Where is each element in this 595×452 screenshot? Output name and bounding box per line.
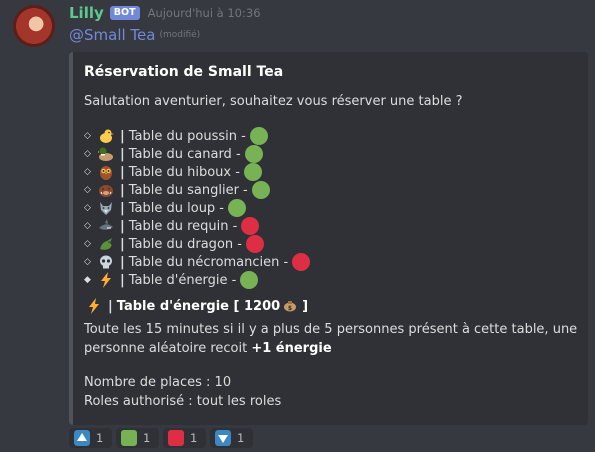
separator: | <box>120 164 125 180</box>
red-circle-icon <box>245 235 264 253</box>
red-circle-icon <box>292 253 311 271</box>
duck-emoji-icon <box>96 146 116 162</box>
table-label: Table du canard - <box>128 146 241 162</box>
chick-emoji-icon <box>96 128 116 144</box>
diamond-icon: ◇ <box>84 221 91 231</box>
list-item: ◇ | Table du nécromancien - <box>84 253 311 271</box>
diamond-icon: ◇ <box>84 131 91 141</box>
list-item: ◇ | Table du requin - <box>84 217 310 235</box>
separator: | <box>120 200 125 216</box>
energy-body-bold: +1 énergie <box>251 341 332 356</box>
list-item: ◇ | Table du poussin - <box>84 127 310 145</box>
places-info: Nombre de places : 10 Roles authorisé : … <box>84 373 281 411</box>
table-label: Table du requin - <box>128 218 238 234</box>
table-label: Table du hiboux - <box>128 164 240 180</box>
svg-text:$: $ <box>288 305 292 312</box>
diamond-filled-icon: ◆ <box>84 275 91 285</box>
separator: | <box>120 182 125 198</box>
list-item: ◇ | Table du canard - <box>84 145 310 163</box>
owl-emoji-icon <box>96 164 116 180</box>
reaction-count: 1 <box>96 431 104 445</box>
green-circle-icon <box>249 127 268 145</box>
reaction-down[interactable]: 1 <box>210 428 253 448</box>
red-circle-icon <box>241 217 260 235</box>
role-mention[interactable]: @Small Tea <box>69 26 155 44</box>
wolf-emoji-icon <box>96 200 116 216</box>
reactions-bar: 1 1 1 1 <box>69 428 253 448</box>
skull-emoji-icon <box>96 254 116 270</box>
list-item: ◇ | Table du loup - <box>84 199 310 217</box>
energy-heading: | Table d'énergie [ 1200 $ ] <box>84 298 308 314</box>
green-circle-icon <box>251 181 270 199</box>
down-arrow-icon <box>215 430 231 446</box>
embed-description: Salutation aventurier, souhaitez vous ré… <box>84 94 463 109</box>
table-label: Table d'énergie - <box>128 272 237 288</box>
list-item: ◇ | Table du sanglier - <box>84 181 310 199</box>
diamond-icon: ◇ <box>84 239 91 249</box>
timestamp[interactable]: Aujourd'hui à 10:36 <box>148 6 261 20</box>
up-arrow-icon <box>74 430 90 446</box>
table-list: ◇ | Table du poussin - ◇ | Table du cana… <box>84 127 311 289</box>
reaction-up[interactable]: 1 <box>69 428 112 448</box>
list-item: ◇ | Table du hiboux - <box>84 163 310 181</box>
embed-title: Réservation de Small Tea <box>84 64 284 80</box>
green-circle-icon <box>228 199 247 217</box>
separator: | <box>120 218 125 234</box>
reaction-green[interactable]: 1 <box>116 428 159 448</box>
separator: | <box>120 128 125 144</box>
table-label: Table du sanglier - <box>128 182 248 198</box>
username[interactable]: Lilly <box>69 4 104 22</box>
energy-heading-close: ] <box>302 298 309 314</box>
separator: | <box>120 236 125 252</box>
boar-emoji-icon <box>96 182 116 198</box>
roles-allowed: Roles authorisé : tout les roles <box>84 394 282 409</box>
energy-heading-text: Table d'énergie [ 1200 <box>116 298 281 314</box>
money-bag-icon: $ <box>284 301 297 312</box>
shark-emoji-icon <box>96 218 116 234</box>
red-square-icon <box>168 430 184 446</box>
list-item: ◇ | Table du dragon - <box>84 235 310 253</box>
green-circle-icon <box>244 145 263 163</box>
reaction-count: 1 <box>190 431 198 445</box>
diamond-icon: ◇ <box>84 185 91 195</box>
table-label: Table du loup - <box>128 200 225 216</box>
green-circle-icon <box>243 163 262 181</box>
diamond-icon: ◇ <box>84 149 91 159</box>
bot-badge: BOT <box>109 6 140 20</box>
energy-description: Toute les 15 minutes si il y a plus de 5… <box>84 320 579 358</box>
lightning-emoji-icon <box>96 272 116 288</box>
list-item: ◆ | Table d'énergie - <box>84 271 310 289</box>
table-label: Table du nécromancien - <box>128 254 289 270</box>
separator: | <box>108 298 113 314</box>
reaction-count: 1 <box>143 431 151 445</box>
lightning-emoji-icon <box>84 298 104 314</box>
diamond-icon: ◇ <box>84 257 91 267</box>
reaction-red[interactable]: 1 <box>163 428 206 448</box>
message-content: @Small Tea (modifié) <box>69 24 200 46</box>
diamond-icon: ◇ <box>84 203 91 213</box>
separator: | <box>120 146 125 162</box>
avatar[interactable] <box>13 5 55 47</box>
green-circle-icon <box>240 271 259 289</box>
green-square-icon <box>121 430 137 446</box>
dragon-emoji-icon <box>96 236 116 252</box>
embed-card: Réservation de Small Tea Salutation aven… <box>69 52 588 425</box>
diamond-icon: ◇ <box>84 167 91 177</box>
table-label: Table du dragon - <box>128 236 242 252</box>
edited-marker: (modifié) <box>159 30 201 40</box>
table-label: Table du poussin - <box>128 128 246 144</box>
places-count: Nombre de places : 10 <box>84 375 232 390</box>
separator: | <box>120 272 125 288</box>
message-header: Lilly BOT Aujourd'hui à 10:36 <box>69 3 261 23</box>
separator: | <box>120 254 125 270</box>
reaction-count: 1 <box>237 431 245 445</box>
